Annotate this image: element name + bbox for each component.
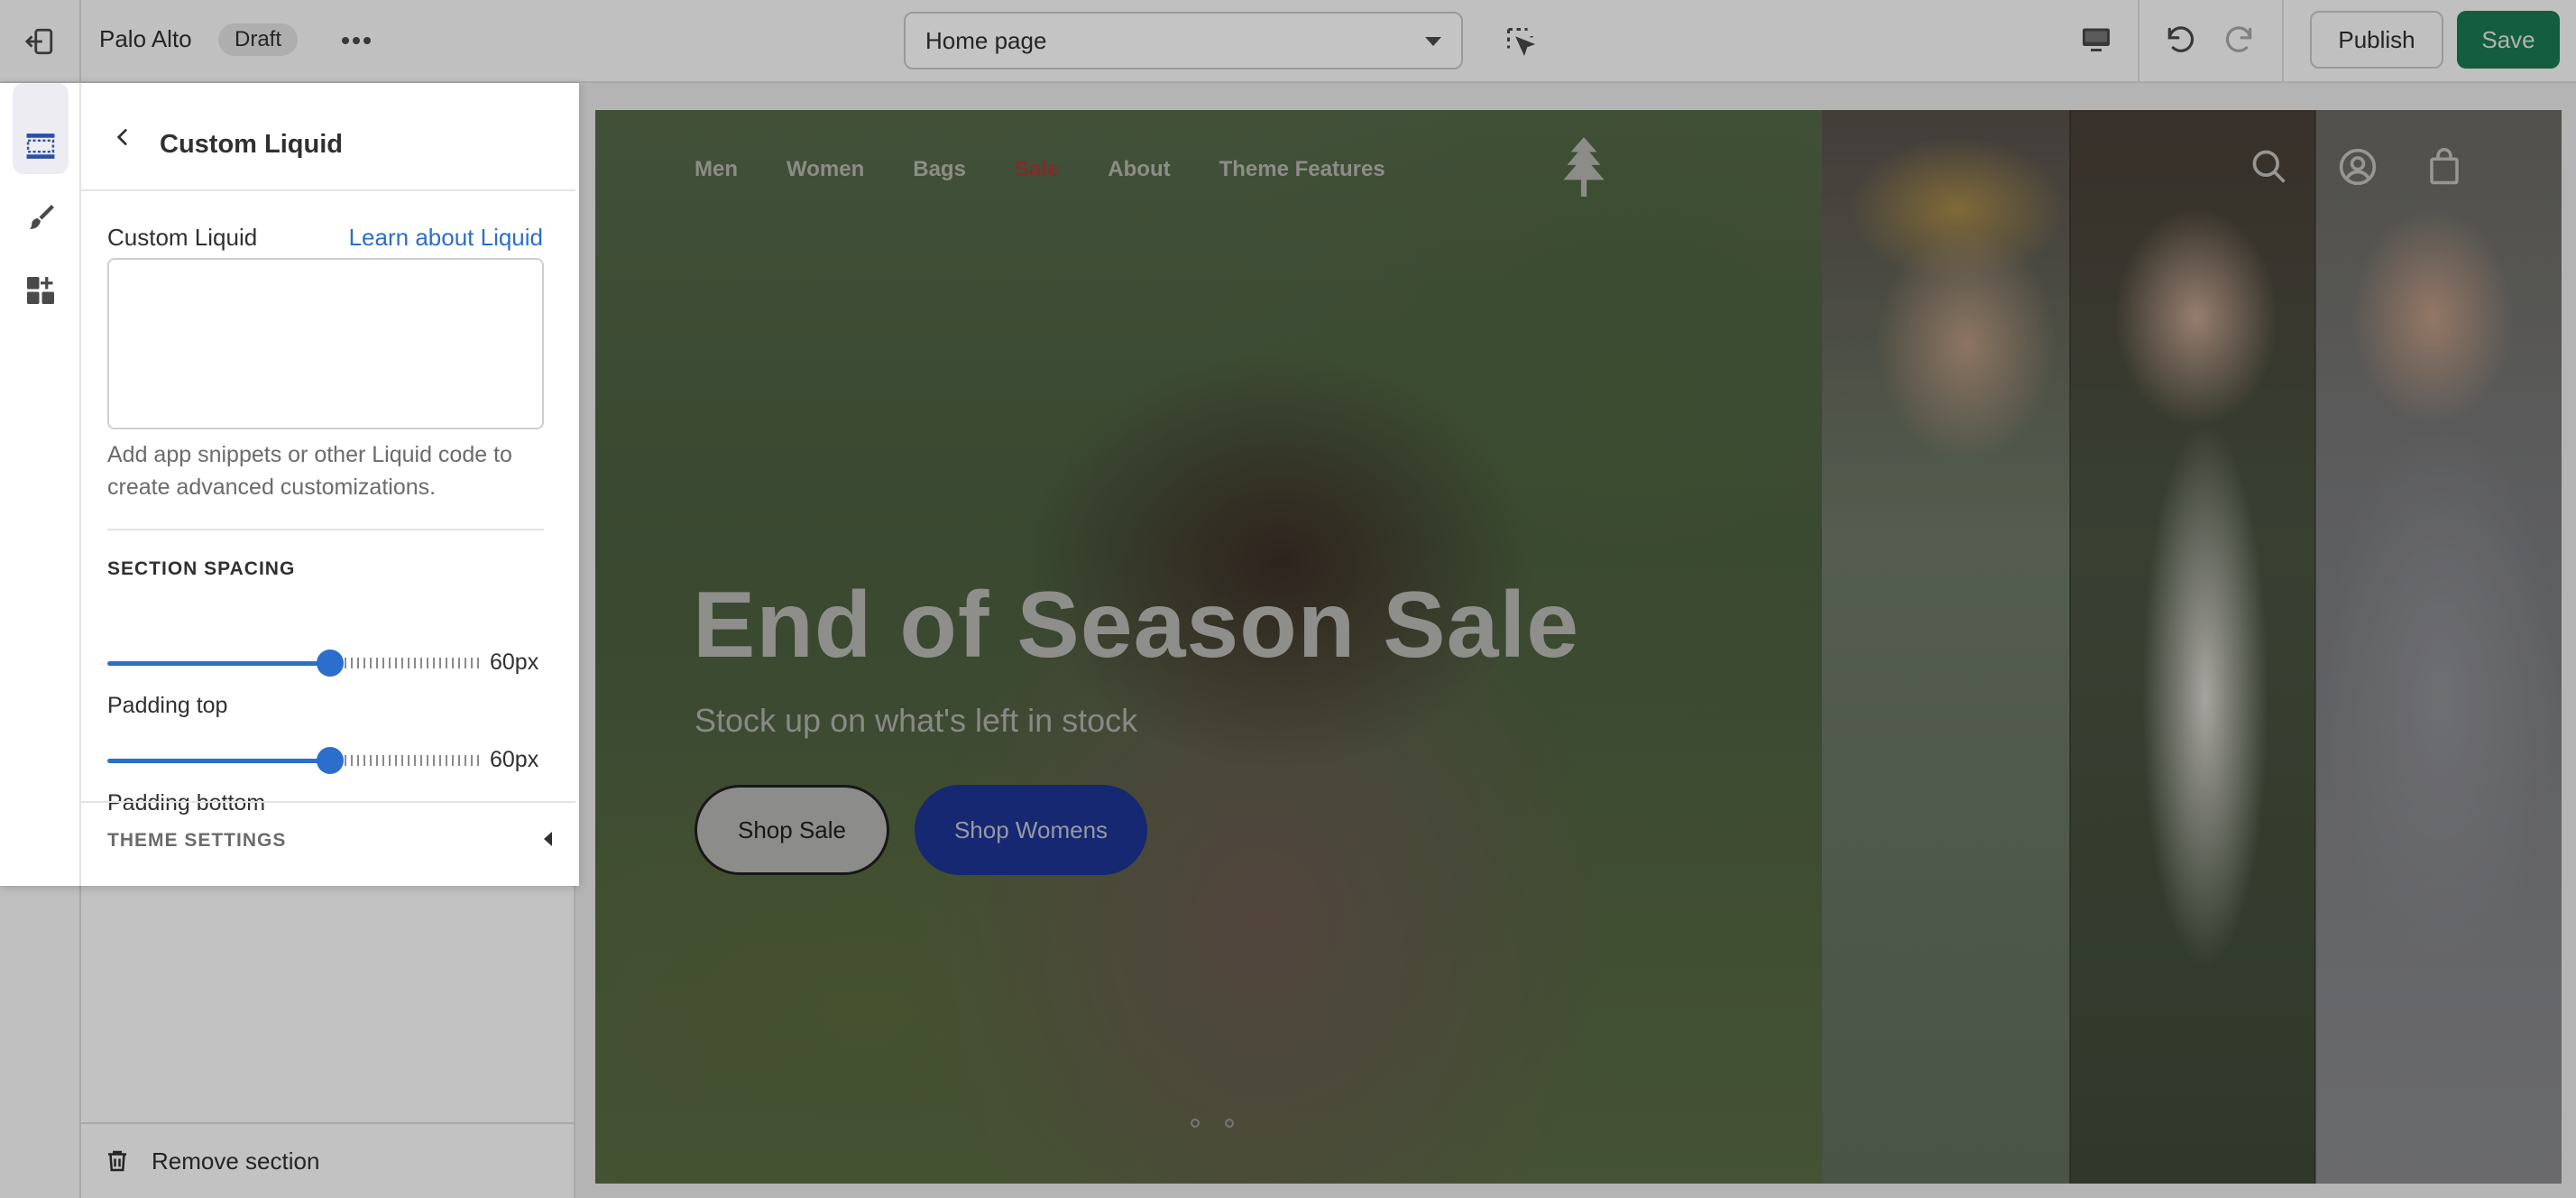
custom-liquid-label: Custom Liquid	[107, 224, 258, 251]
panel-header: Custom Liquid	[81, 83, 575, 191]
rail-apps-button[interactable]	[13, 263, 69, 318]
slider-track-fill	[107, 759, 330, 763]
padding-top-slider[interactable]	[107, 650, 479, 677]
theme-settings-label: THEME SETTINGS	[107, 830, 287, 851]
panel-content: Custom Liquid Custom Liquid Learn about …	[81, 83, 575, 886]
rail-sections-button[interactable]	[13, 118, 69, 174]
custom-liquid-editor[interactable]	[107, 258, 544, 429]
section-spacing-heading: SECTION SPACING	[107, 558, 296, 579]
rail-theme-settings-button[interactable]	[13, 190, 69, 246]
chevron-left-icon	[116, 129, 127, 145]
custom-liquid-help-text: Add app snippets or other Liquid code to…	[107, 442, 512, 500]
theme-settings-toggle[interactable]: THEME SETTINGS	[81, 801, 575, 882]
caret-left-icon	[544, 832, 552, 846]
slider-thumb[interactable]	[317, 747, 344, 774]
panel-title: Custom Liquid	[160, 130, 343, 159]
padding-bottom-slider[interactable]	[107, 747, 479, 774]
learn-about-liquid-link[interactable]: Learn about Liquid	[349, 224, 543, 252]
sections-icon	[26, 134, 55, 159]
divider	[107, 529, 544, 530]
slider-ticks	[345, 755, 479, 766]
apps-icon	[27, 277, 54, 304]
paintbrush-icon	[30, 205, 54, 229]
slider-thumb[interactable]	[317, 650, 344, 677]
slider-ticks	[345, 658, 479, 668]
padding-top-value: 60px	[490, 650, 539, 675]
slider-track-fill	[107, 661, 330, 666]
back-button[interactable]	[105, 119, 141, 155]
section-settings-panel: Custom Liquid Custom Liquid Learn about …	[0, 83, 579, 886]
padding-bottom-value: 60px	[490, 747, 539, 772]
padding-top-label: Padding top	[107, 693, 228, 718]
